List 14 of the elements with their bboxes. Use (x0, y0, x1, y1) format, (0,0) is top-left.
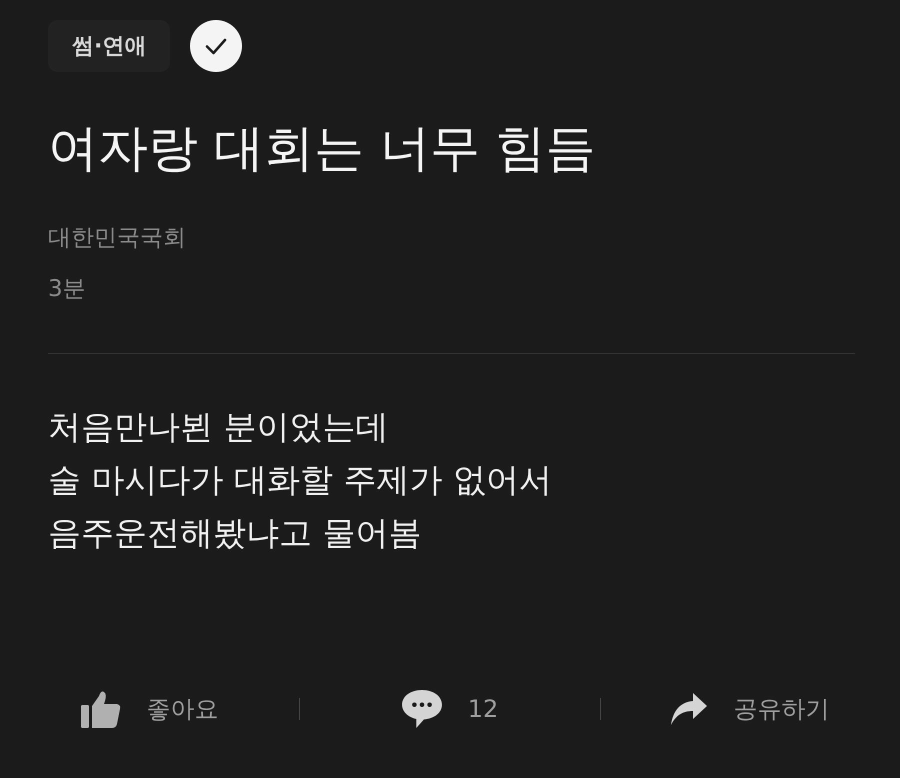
post-text-line: 음주운전해봤냐고 물어봄 (48, 512, 422, 554)
category-tag[interactable]: 썸·연애 (48, 20, 170, 72)
thumbs-up-icon (80, 690, 121, 728)
post-text-line: 처음만나뵌 분이었는데 (48, 406, 388, 448)
share-button[interactable]: 공유하기 (600, 684, 900, 734)
comment-button[interactable]: 12 (300, 684, 600, 734)
post-text-line: 술 마시다가 대화할 주제가 없어서 (48, 459, 552, 501)
like-button[interactable]: 좋아요 (0, 684, 300, 734)
author-name: 대한민국국회 (48, 224, 186, 253)
speech-bubble-icon (402, 690, 442, 728)
post-time: 3분 (48, 275, 86, 304)
post-title: 여자랑 대회는 너무 힘듬 (48, 118, 596, 178)
check-icon (190, 20, 242, 72)
curved-arrow-icon (671, 693, 708, 725)
